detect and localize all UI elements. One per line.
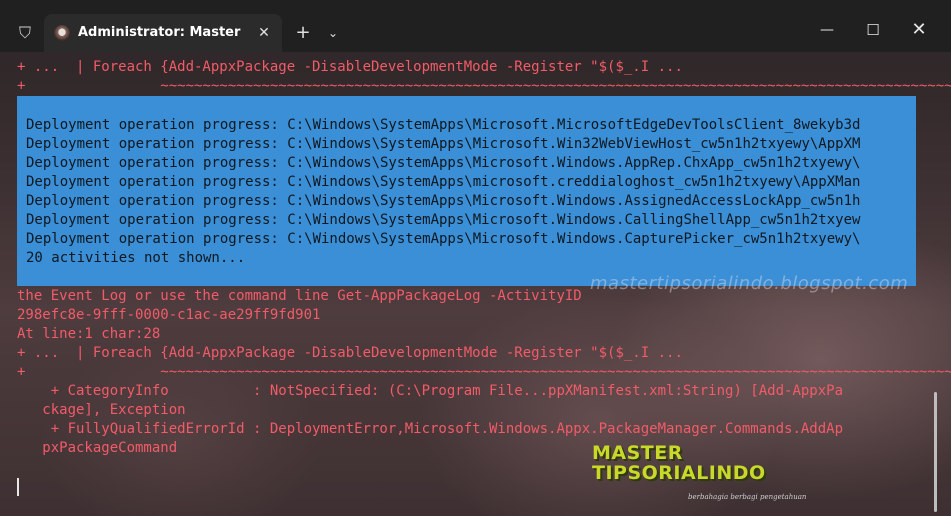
new-tab-button[interactable]: + [292,22,314,44]
profile-dropdown-chevron-icon[interactable]: ⌄ [322,22,344,44]
deployment-progress-panel: Deployment operation progress: C:\Window… [17,96,916,286]
progress-line: 20 activities not shown... [26,250,246,266]
tab-title: Administrator: Master PowerS [78,25,246,40]
progress-line: Deployment operation progress: C:\Window… [26,193,861,209]
terminal-line: + ~~~~~~~~~~~~~~~~~~~~~~~~~~~~~~~~~~~~~~… [17,78,951,94]
powershell-profile-icon [54,25,70,41]
logo-line-tipsorialindo: TIPSORIALINDO [592,462,766,484]
scrollbar[interactable] [934,392,937,512]
terminal-line: 298efc8e-9fff-0000-c1ac-ae29ff9fd901 [17,307,321,323]
text-cursor [17,478,19,496]
terminal-line: ckage], Exception [17,402,186,418]
terminal-window: ⛉ Administrator: Master PowerS ✕ + ⌄ — ☐… [0,0,951,516]
terminal-output[interactable]: + ... | Foreach {Add-AppxPackage -Disabl… [0,52,951,516]
close-window-button[interactable]: ✕ [896,14,942,46]
terminal-line: pxPackageCommand [17,440,178,456]
progress-line: Deployment operation progress: C:\Window… [26,231,861,247]
minimize-button[interactable]: — [804,14,850,46]
tab-close-icon[interactable]: ✕ [254,23,274,43]
watermark-logo: MASTER TIPSORIALINDO berbahagia berbagi … [588,442,806,502]
terminal-line: + ... | Foreach {Add-AppxPackage -Disabl… [17,345,683,361]
terminal-line: At line:1 char:28 [17,326,161,342]
progress-line: Deployment operation progress: C:\Window… [26,212,861,228]
terminal-line: + FullyQualifiedErrorId : DeploymentErro… [17,421,844,437]
terminal-line: + ~~~~~~~~~~~~~~~~~~~~~~~~~~~~~~~~~~~~~~… [17,364,951,380]
progress-line: Deployment operation progress: C:\Window… [26,174,861,190]
progress-line: Deployment operation progress: C:\Window… [26,136,861,152]
maximize-button[interactable]: ☐ [850,14,896,46]
tab-administrator-powershell[interactable]: Administrator: Master PowerS ✕ [44,14,282,52]
watermark-url: mastertipsorialindo.blogspot.com [590,273,909,294]
progress-line: Deployment operation progress: C:\Window… [26,155,861,171]
progress-line: Deployment operation progress: C:\Window… [26,117,861,133]
logo-line-master: MASTER [592,442,683,464]
logo-tagline: berbahagia berbagi pengetahuan [688,493,807,501]
terminal-line: + ... | Foreach {Add-AppxPackage -Disabl… [17,59,683,75]
title-bar[interactable]: ⛉ Administrator: Master PowerS ✕ + ⌄ — ☐… [0,0,951,52]
terminal-line: the Event Log or use the command line Ge… [17,288,582,304]
admin-shield-icon: ⛉ [18,23,31,42]
terminal-line: + CategoryInfo : NotSpecified: (C:\Progr… [17,383,844,399]
